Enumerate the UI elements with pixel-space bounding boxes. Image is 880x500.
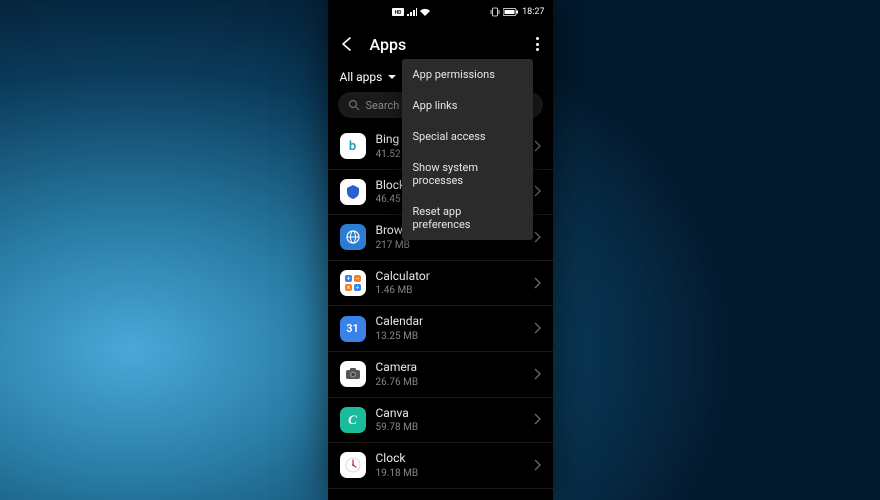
chevron-right-icon — [533, 182, 541, 201]
blocked-icon — [340, 179, 366, 205]
chevron-right-icon — [533, 274, 541, 293]
app-row-canva[interactable]: C Canva 59.78 MB — [328, 398, 553, 444]
status-bar: HD 18:27 — [328, 0, 553, 24]
calendar-icon: 31 — [340, 316, 366, 342]
chevron-right-icon — [533, 228, 541, 247]
app-size: 59.78 MB — [376, 421, 523, 434]
svg-text:−: − — [355, 276, 358, 283]
menu-item-reset-app-preferences[interactable]: Reset app preferences — [402, 196, 533, 240]
chevron-right-icon — [533, 365, 541, 384]
app-size: 217 MB — [376, 239, 523, 252]
clock-icon — [340, 452, 366, 478]
calculator-icon: +−×÷ — [340, 270, 366, 296]
filter-label: All apps — [340, 70, 383, 84]
menu-item-show-system-processes[interactable]: Show system processes — [402, 152, 533, 196]
hd-icon: HD — [392, 8, 404, 16]
overflow-menu: App permissions App links Special access… — [402, 59, 533, 240]
menu-item-app-links[interactable]: App links — [402, 90, 533, 121]
app-row-calculator[interactable]: +−×÷ Calculator 1.46 MB — [328, 261, 553, 307]
chevron-down-icon — [387, 72, 397, 82]
battery-icon — [503, 8, 519, 16]
menu-item-special-access[interactable]: Special access — [402, 121, 533, 152]
search-icon — [348, 99, 360, 111]
chevron-right-icon — [533, 137, 541, 156]
app-size: 13.25 MB — [376, 330, 523, 343]
app-name: Camera — [376, 360, 523, 376]
svg-text:÷: ÷ — [355, 285, 359, 292]
more-options-button[interactable] — [532, 33, 543, 55]
chevron-right-icon — [533, 410, 541, 429]
canva-icon: C — [340, 407, 366, 433]
app-name: Calendar — [376, 314, 523, 330]
back-button[interactable] — [338, 35, 356, 53]
header: Apps — [328, 24, 553, 64]
status-time: 18:27 — [522, 7, 544, 17]
chevron-right-icon — [533, 319, 541, 338]
app-name: Clock — [376, 451, 523, 467]
app-row-camera[interactable]: Camera 26.76 MB — [328, 352, 553, 398]
bing-icon: b — [340, 133, 366, 159]
app-name: Canva — [376, 406, 523, 422]
menu-item-app-permissions[interactable]: App permissions — [402, 59, 533, 90]
wifi-icon — [420, 8, 430, 16]
app-name: Calculator — [376, 269, 523, 285]
signal-icon — [407, 8, 417, 16]
svg-text:×: × — [346, 285, 349, 292]
app-row-calendar[interactable]: 31 Calendar 13.25 MB — [328, 306, 553, 352]
app-size: 1.46 MB — [376, 284, 523, 297]
phone-screen: HD 18:27 Apps All apps Search a b — [328, 0, 553, 500]
app-row-clock[interactable]: Clock 19.18 MB — [328, 443, 553, 489]
browser-icon — [340, 224, 366, 250]
page-title: Apps — [370, 35, 532, 54]
app-size: 26.76 MB — [376, 376, 523, 389]
camera-icon — [340, 361, 366, 387]
vibrate-icon — [490, 7, 500, 17]
app-size: 19.18 MB — [376, 467, 523, 480]
svg-text:HD: HD — [394, 10, 402, 16]
chevron-right-icon — [533, 456, 541, 475]
